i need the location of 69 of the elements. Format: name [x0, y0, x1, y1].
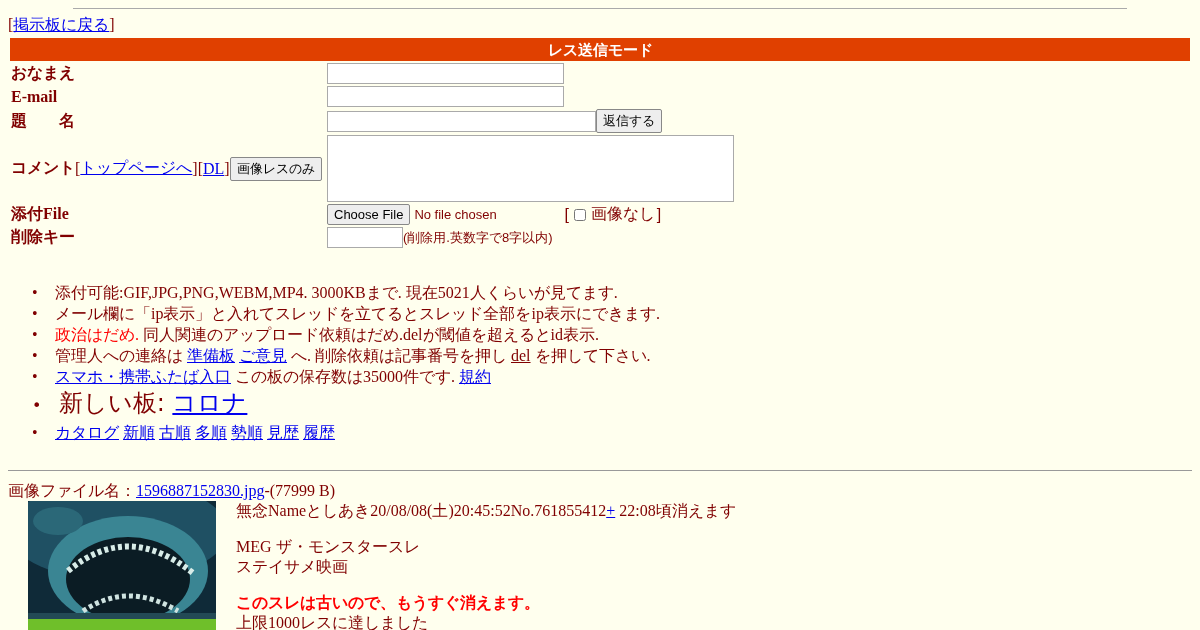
bracket-text: [ [564, 205, 569, 224]
bullet-text: • [32, 325, 39, 345]
bullet-text: • [32, 283, 39, 303]
notice-link[interactable]: 見歴 [267, 424, 299, 441]
file-name-label: 画像ファイル名： [8, 482, 136, 499]
notice-text: へ. 削除依頼は記事番号を押し [291, 347, 507, 364]
bracket-text: ] [109, 16, 115, 33]
no-image-checkbox[interactable] [573, 208, 586, 221]
image-only-button[interactable]: 画像レスのみ [229, 156, 322, 181]
bracket-text: ] [224, 159, 230, 178]
post-header-text: 無念Nameとしあき20/08/08(土)20:45:52No.761855412 [236, 502, 607, 519]
post-text: ステイサメ映画 [236, 557, 349, 577]
back-link[interactable]: 掲示板に戻る [13, 16, 110, 33]
file-label: 添付File [11, 204, 70, 224]
notice-text: メール欄に「ip表示」と入れてスレッドを立てるとスレッド全部をip表示にできます. [55, 305, 660, 322]
notice-text: 管理人への連絡は [55, 347, 183, 364]
comment-link[interactable]: DL [203, 159, 225, 178]
notice-link[interactable]: 古順 [159, 424, 191, 441]
notice-text: を押して下さい. [534, 347, 651, 364]
comment-field[interactable] [327, 135, 734, 202]
limit-text: 上限1000レスに達しました [236, 613, 429, 630]
bullet-text: • [32, 395, 43, 417]
notice-link[interactable]: 勢順 [231, 424, 263, 441]
notice-text: 同人関連のアップロード依頼はだめ.delが閾値を超えるとid表示. [143, 326, 599, 343]
notice-text: この板の保存数は35000件です. [235, 368, 455, 385]
notice-link[interactable]: 準備板 [187, 347, 235, 364]
bullet-text: • [32, 304, 39, 324]
bracket-text: [ [75, 159, 81, 178]
bracket-text: ] [192, 159, 198, 178]
email-label: E-mail [11, 87, 59, 106]
bracket-text: [ [197, 159, 203, 178]
subject-label: 題 名 [11, 110, 76, 131]
name-label: おなまえ [11, 63, 76, 84]
bullet-text: • [32, 346, 39, 366]
notice-link[interactable]: コロナ [172, 389, 248, 417]
del-text: del [511, 347, 531, 364]
plus-link[interactable]: + [606, 502, 616, 519]
notice-link[interactable]: 規約 [459, 368, 491, 385]
choose-file-button[interactable]: Choose File [327, 204, 411, 225]
form-title-bar: レス送信モード [10, 38, 1190, 61]
warning-text: このスレは古いので、もうすぐ消えます。 [236, 593, 541, 613]
file-status-text: No file chosen [414, 207, 498, 222]
notice-link[interactable]: 多順 [195, 424, 227, 441]
submit-button[interactable]: 返信する [596, 109, 662, 133]
delete-key-label: 削除キー [11, 227, 76, 247]
bullet-text: • [32, 367, 39, 387]
delete-key-note: (削除用.英数字で8字以内) [403, 228, 553, 247]
comment-link[interactable]: トップページへ [80, 158, 193, 179]
delete-key-field[interactable] [327, 227, 403, 248]
warning-text: 政治はだめ. [55, 326, 139, 343]
file-link[interactable]: 1596887152830.jpg [136, 482, 265, 499]
name-field[interactable] [327, 63, 564, 84]
email-field[interactable] [327, 86, 564, 107]
expiry-text: 22:08頃消えます [619, 502, 736, 519]
no-image-label: 画像なし [590, 204, 655, 224]
notice-link[interactable]: ご意見 [239, 347, 287, 364]
notice-link[interactable]: 履歴 [303, 424, 335, 441]
notice-link[interactable]: スマホ・携帯ふたば入口 [55, 368, 231, 385]
file-size-text: -(77999 B) [264, 482, 336, 499]
bullet-text: • [32, 423, 39, 443]
bracket-text: [ [8, 16, 14, 33]
notice-link[interactable]: カタログ [55, 424, 119, 441]
subject-field[interactable] [327, 110, 596, 132]
notice-link[interactable]: 新順 [123, 424, 155, 441]
bracket-text: ] [656, 205, 662, 224]
notice-text: 添付可能:GIF,JPG,PNG,WEBM,MP4. 3000KBまで. 現在5021人くらいが見てます. [55, 284, 618, 301]
comment-label: コメント [11, 158, 75, 178]
notice-text: 新しい板: [58, 389, 165, 417]
post-text: MEG ザ・モンスタースレ [236, 537, 421, 557]
